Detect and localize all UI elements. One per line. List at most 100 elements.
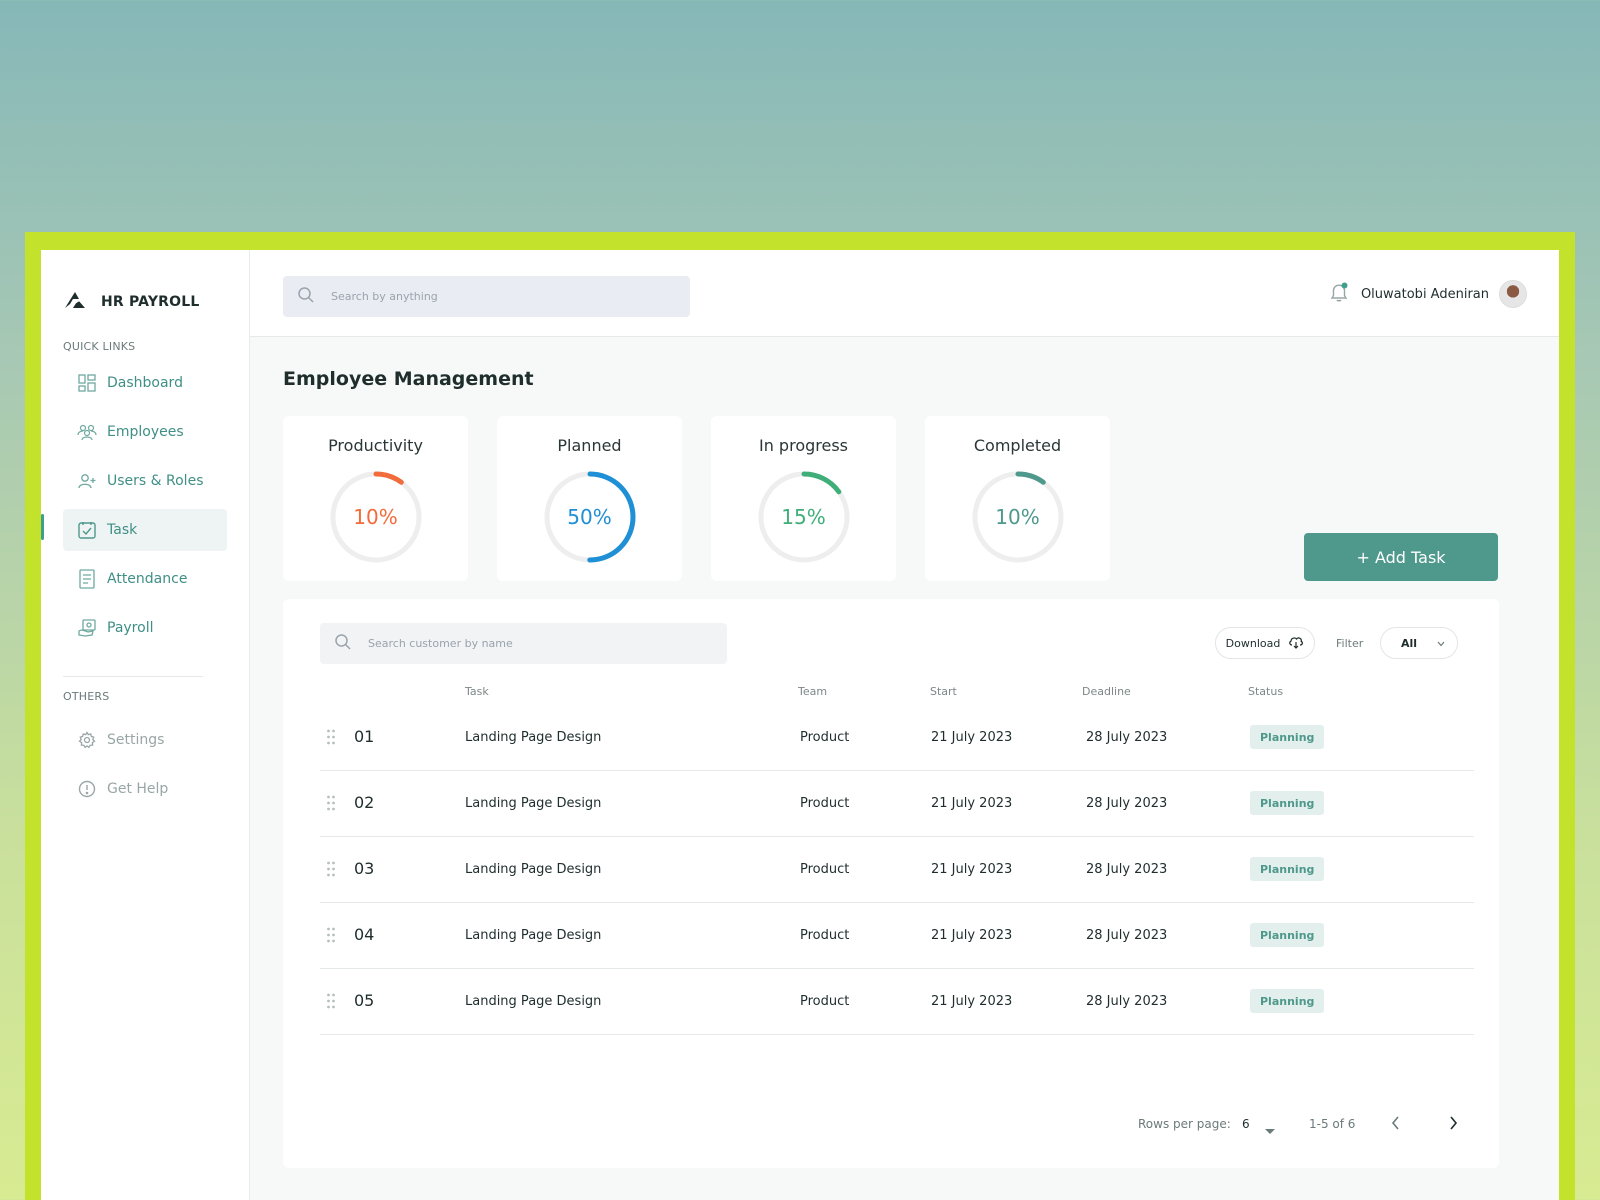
column-header-deadline: Deadline	[1082, 685, 1131, 698]
page-title: Employee Management	[283, 368, 534, 390]
task-cell: Landing Page Design	[465, 994, 602, 1009]
task-cell: Landing Page Design	[465, 862, 602, 877]
task-cell: Landing Page Design	[465, 796, 602, 811]
global-search-input[interactable]	[331, 290, 631, 303]
sidebar-item-label: Settings	[107, 732, 165, 748]
row-number: 02	[354, 793, 375, 812]
stat-card-completed: Completed 10%	[925, 416, 1110, 581]
stat-value: 50%	[567, 505, 612, 529]
chevron-left-icon[interactable]	[1391, 1115, 1401, 1135]
filter-value: All	[1401, 636, 1418, 650]
dashboard-icon	[77, 373, 97, 393]
payroll-icon	[77, 618, 97, 638]
drag-handle-icon[interactable]	[326, 795, 336, 815]
task-icon	[77, 520, 97, 540]
stat-title: Planned	[557, 436, 622, 455]
table-row[interactable]: 01 Landing Page Design Product 21 July 2…	[320, 705, 1474, 771]
logo-icon	[63, 290, 87, 314]
filter-label: Filter	[1336, 637, 1364, 650]
notification-bell-icon[interactable]	[1327, 280, 1351, 308]
caret-down-icon[interactable]	[1264, 1121, 1276, 1140]
drag-handle-icon[interactable]	[326, 729, 336, 749]
stat-title: Completed	[973, 436, 1062, 455]
rows-per-page-value[interactable]: 6	[1242, 1117, 1250, 1131]
stat-value: 10%	[995, 505, 1040, 529]
status-badge: Planning	[1250, 989, 1325, 1013]
sidebar-divider	[63, 676, 203, 677]
others-label: OTHERS	[63, 690, 110, 703]
help-icon	[77, 779, 97, 799]
download-button[interactable]: Download	[1215, 627, 1315, 659]
progress-ring: 15%	[756, 469, 852, 565]
sidebar-item-task[interactable]: Task	[63, 509, 227, 551]
team-cell: Product	[800, 796, 850, 811]
start-cell: 21 July 2023	[931, 862, 1013, 877]
table-row[interactable]: 04 Landing Page Design Product 21 July 2…	[320, 903, 1474, 969]
sidebar-item-label: Dashboard	[107, 375, 183, 391]
drag-handle-icon[interactable]	[326, 927, 336, 947]
sidebar-nav: Dashboard Employees Users & Roles Task A…	[63, 362, 227, 656]
column-header-team: Team	[798, 685, 828, 698]
row-number: 03	[354, 859, 375, 878]
progress-ring: 10%	[970, 469, 1066, 565]
table-row[interactable]: 02 Landing Page Design Product 21 July 2…	[320, 771, 1474, 837]
employees-icon	[77, 422, 97, 442]
stat-card-productivity: Productivity 10%	[283, 416, 468, 581]
sidebar-item-payroll[interactable]: Payroll	[63, 607, 227, 649]
stat-card-in-progress: In progress 15%	[711, 416, 896, 581]
stat-value: 15%	[781, 505, 826, 529]
add-task-button[interactable]: + Add Task	[1304, 533, 1498, 581]
progress-ring: 10%	[328, 469, 424, 565]
chevron-right-icon[interactable]	[1448, 1115, 1458, 1135]
sidebar-item-dashboard[interactable]: Dashboard	[63, 362, 227, 404]
deadline-cell: 28 July 2023	[1086, 862, 1168, 877]
team-cell: Product	[800, 862, 850, 877]
drag-handle-icon[interactable]	[326, 993, 336, 1013]
brand[interactable]: HR PAYROLL	[63, 290, 200, 314]
status-badge: Planning	[1250, 791, 1325, 815]
deadline-cell: 28 July 2023	[1086, 928, 1168, 943]
brand-title: HR PAYROLL	[101, 294, 200, 310]
table-row[interactable]: 03 Landing Page Design Product 21 July 2…	[320, 837, 1474, 903]
cloud-download-icon	[1288, 635, 1304, 652]
rows-per-page-label: Rows per page:	[1138, 1117, 1231, 1131]
sidebar: HR PAYROLL QUICK LINKS Dashboard Employe…	[41, 250, 250, 1200]
user-area: Oluwatobi Adeniran	[1327, 280, 1527, 308]
row-number: 05	[354, 991, 375, 1010]
row-number: 01	[354, 727, 375, 746]
sidebar-item-label: Attendance	[107, 571, 188, 587]
sidebar-item-employees[interactable]: Employees	[63, 411, 227, 453]
table-search[interactable]	[320, 623, 727, 664]
column-header-status: Status	[1248, 685, 1284, 698]
drag-handle-icon[interactable]	[326, 861, 336, 881]
filter-select[interactable]: All	[1380, 627, 1458, 659]
top-bar: Oluwatobi Adeniran	[250, 250, 1559, 337]
team-cell: Product	[800, 928, 850, 943]
sidebar-item-label: Employees	[107, 424, 184, 440]
chevron-down-icon	[1437, 637, 1445, 650]
sidebar-item-label: Payroll	[107, 620, 154, 636]
task-cell: Landing Page Design	[465, 928, 602, 943]
sidebar-item-attendance[interactable]: Attendance	[63, 558, 227, 600]
deadline-cell: 28 July 2023	[1086, 994, 1168, 1009]
stat-card-planned: Planned 50%	[497, 416, 682, 581]
sidebar-item-label: Users & Roles	[107, 473, 204, 489]
presentation-frame: HR PAYROLL QUICK LINKS Dashboard Employe…	[25, 232, 1575, 1200]
avatar[interactable]	[1499, 280, 1527, 308]
progress-ring: 50%	[542, 469, 638, 565]
deadline-cell: 28 July 2023	[1086, 730, 1168, 745]
table-row[interactable]: 05 Landing Page Design Product 21 July 2…	[320, 969, 1474, 1035]
user-name[interactable]: Oluwatobi Adeniran	[1361, 287, 1489, 302]
table-search-input[interactable]	[368, 637, 668, 650]
sidebar-item-settings[interactable]: Settings	[63, 719, 227, 761]
start-cell: 21 July 2023	[931, 730, 1013, 745]
attendance-icon	[77, 569, 97, 589]
user-add-icon	[77, 471, 97, 491]
download-label: Download	[1225, 636, 1281, 650]
row-number: 04	[354, 925, 375, 944]
sidebar-item-users-roles[interactable]: Users & Roles	[63, 460, 227, 502]
column-header-task: Task	[465, 685, 489, 698]
global-search[interactable]	[283, 276, 690, 317]
sidebar-item-get-help[interactable]: Get Help	[63, 768, 227, 810]
start-cell: 21 July 2023	[931, 928, 1013, 943]
